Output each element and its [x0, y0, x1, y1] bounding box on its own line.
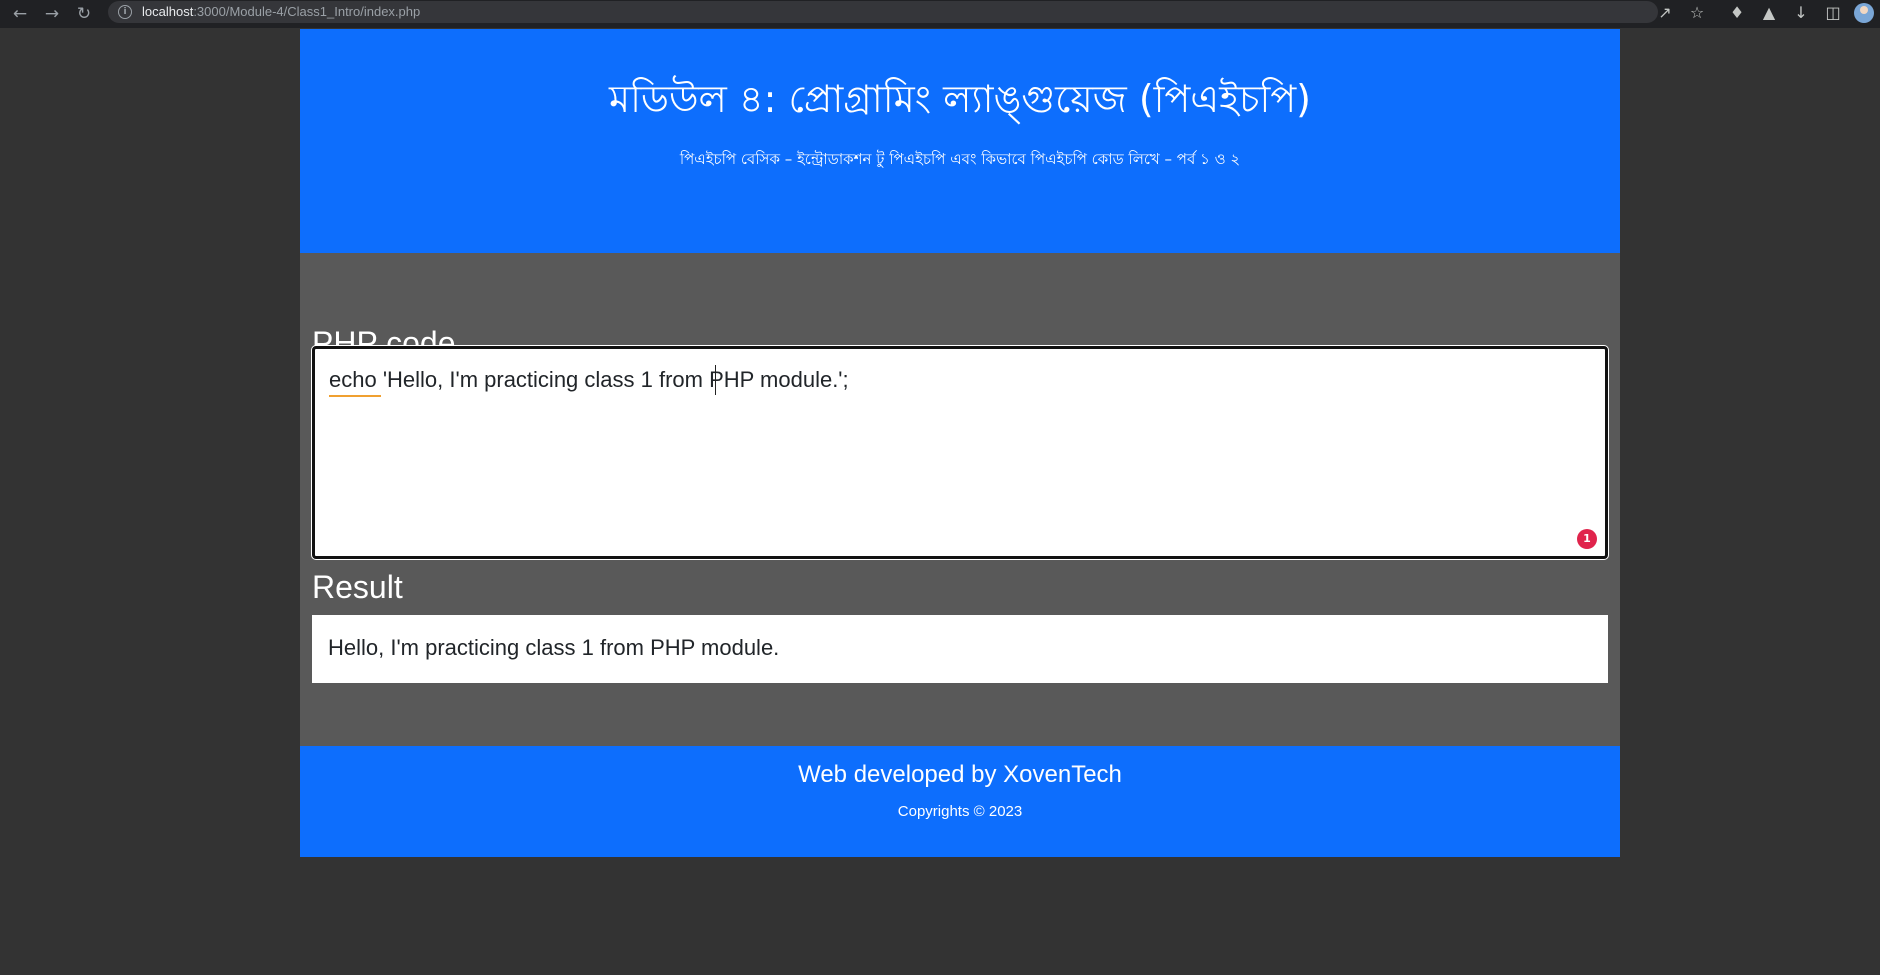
code-editor-text[interactable]: echo 'Hello, I'm practicing class 1 from… — [329, 366, 849, 394]
page-subtitle: পিএইচপি বেসিক – ইন্ট্রোডাকশন টু পিএইচপি … — [679, 150, 1241, 168]
back-arrow-icon[interactable]: ← — [8, 2, 32, 26]
result-output-box: Hello, I'm practicing class 1 from PHP m… — [312, 615, 1608, 683]
lint-count-badge[interactable]: 1 — [1577, 529, 1597, 549]
footer-credit: Web developed by XovenTech — [798, 761, 1122, 788]
address-bar[interactable]: i localhost:3000/Module-4/Class1_Intro/i… — [108, 1, 1658, 23]
info-icon[interactable]: i — [118, 5, 132, 19]
header-banner: মডিউল ৪: প্রোগ্রামিং ল্যাঙ্গুয়েজ (পিএইচ… — [300, 29, 1620, 253]
footer-copyright: Copyrights © 2023 — [897, 803, 1023, 820]
spell-warning-underline — [329, 395, 381, 397]
share-icon[interactable]: ↗ — [1654, 2, 1676, 24]
reload-icon[interactable]: ↻ — [72, 2, 96, 26]
profile-avatar[interactable] — [1854, 3, 1874, 23]
page-container: মডিউল ৪: প্রোগ্রামিং ল্যাঙ্গুয়েজ (পিএইচ… — [300, 29, 1620, 857]
download-icon[interactable]: ↓ — [1790, 2, 1812, 24]
text-caret — [715, 365, 716, 395]
star-icon[interactable]: ☆ — [1686, 2, 1708, 24]
url-text[interactable]: localhost:3000/Module-4/Class1_Intro/ind… — [142, 4, 420, 20]
labs-icon[interactable]: ▲ — [1758, 2, 1780, 24]
code-editor[interactable]: echo 'Hello, I'm practicing class 1 from… — [312, 346, 1608, 559]
extensions-icon[interactable]: ♦ — [1726, 2, 1748, 24]
result-section-heading: Result — [312, 569, 403, 605]
browser-toolbar: ← → ↻ i localhost:3000/Module-4/Class1_I… — [0, 0, 1880, 28]
sidebar-icon[interactable]: ◫ — [1822, 2, 1844, 24]
result-output-text: Hello, I'm practicing class 1 from PHP m… — [328, 635, 780, 660]
forward-arrow-icon[interactable]: → — [40, 2, 64, 26]
url-host: localhost — [142, 4, 194, 19]
page-title: মডিউল ৪: প্রোগ্রামিং ল্যাঙ্গুয়েজ (পিএইচ… — [609, 77, 1311, 121]
footer: Web developed by XovenTech Copyrights © … — [300, 746, 1620, 857]
url-path: :3000/Module-4/Class1_Intro/index.php — [193, 4, 421, 19]
main-content: PHP code echo 'Hello, I'm practicing cla… — [300, 253, 1620, 746]
